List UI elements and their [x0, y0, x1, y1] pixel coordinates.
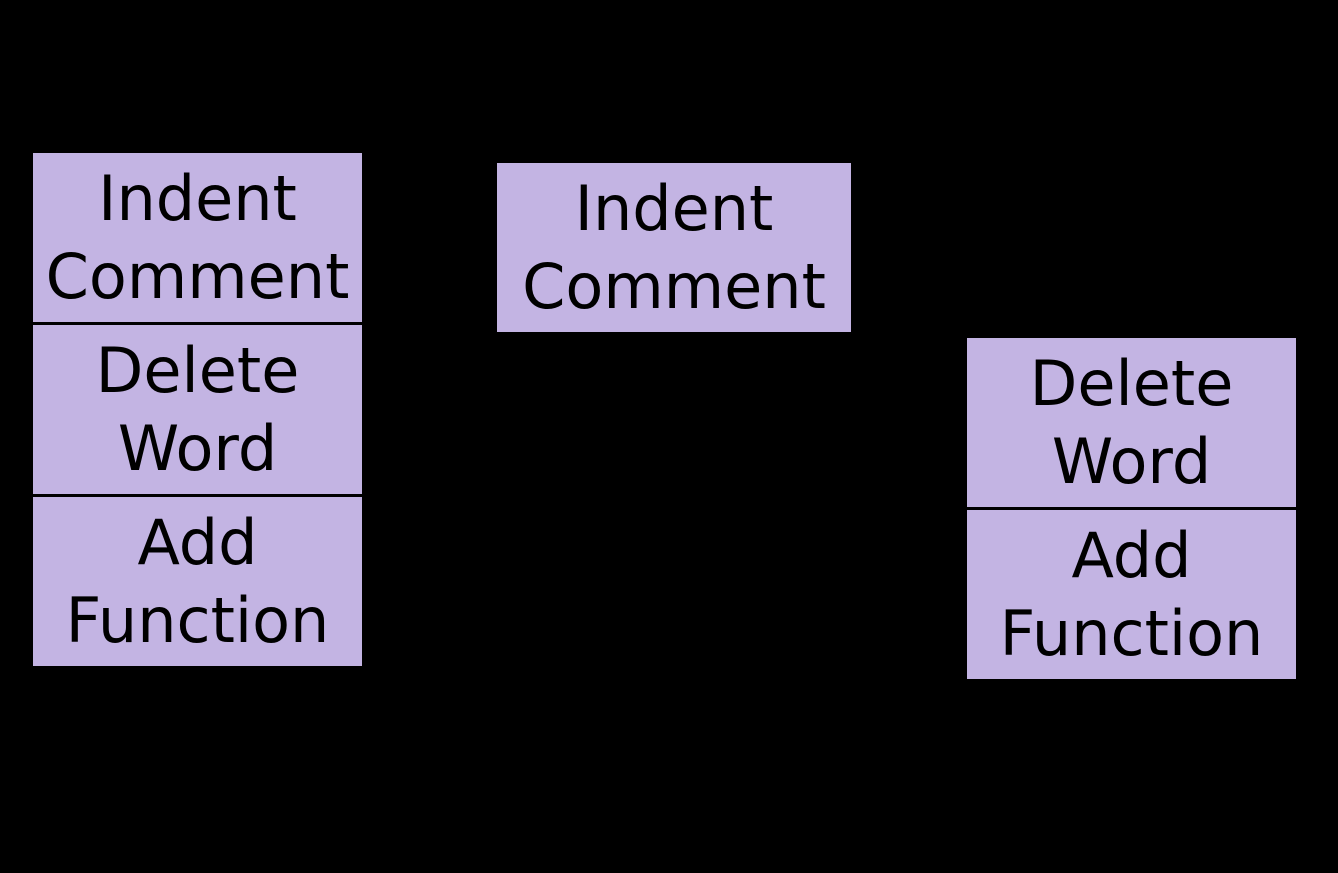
cell-text-line1: Add: [1071, 517, 1191, 595]
stack-right-item-1: Add Function: [964, 507, 1299, 682]
stack-left-item-1: Delete Word: [30, 322, 365, 497]
cell-text-line1: Delete: [1030, 345, 1234, 423]
cell-text-line2: Word: [1052, 423, 1211, 501]
stack-left: Indent Comment Delete Word Add Function: [30, 150, 365, 669]
cell-text-line1: Indent: [575, 170, 774, 248]
cell-text-line2: Word: [118, 410, 277, 488]
cell-text-line2: Function: [1000, 595, 1264, 673]
stack-right-item-0: Delete Word: [964, 335, 1299, 510]
cell-text-line1: Delete: [96, 332, 300, 410]
cell-text-line2: Comment: [46, 238, 350, 316]
stack-left-item-2: Add Function: [30, 494, 365, 669]
cell-text-line1: Add: [137, 504, 257, 582]
stack-middle: Indent Comment: [494, 160, 854, 335]
cell-text-line2: Function: [66, 582, 330, 660]
cell-text-line2: Comment: [522, 248, 826, 326]
stack-middle-item-0: Indent Comment: [494, 160, 854, 335]
diagram-canvas: Indent Comment Delete Word Add Function …: [0, 0, 1338, 873]
stack-right: Delete Word Add Function: [964, 335, 1299, 682]
stack-left-item-0: Indent Comment: [30, 150, 365, 325]
cell-text-line1: Indent: [98, 160, 297, 238]
